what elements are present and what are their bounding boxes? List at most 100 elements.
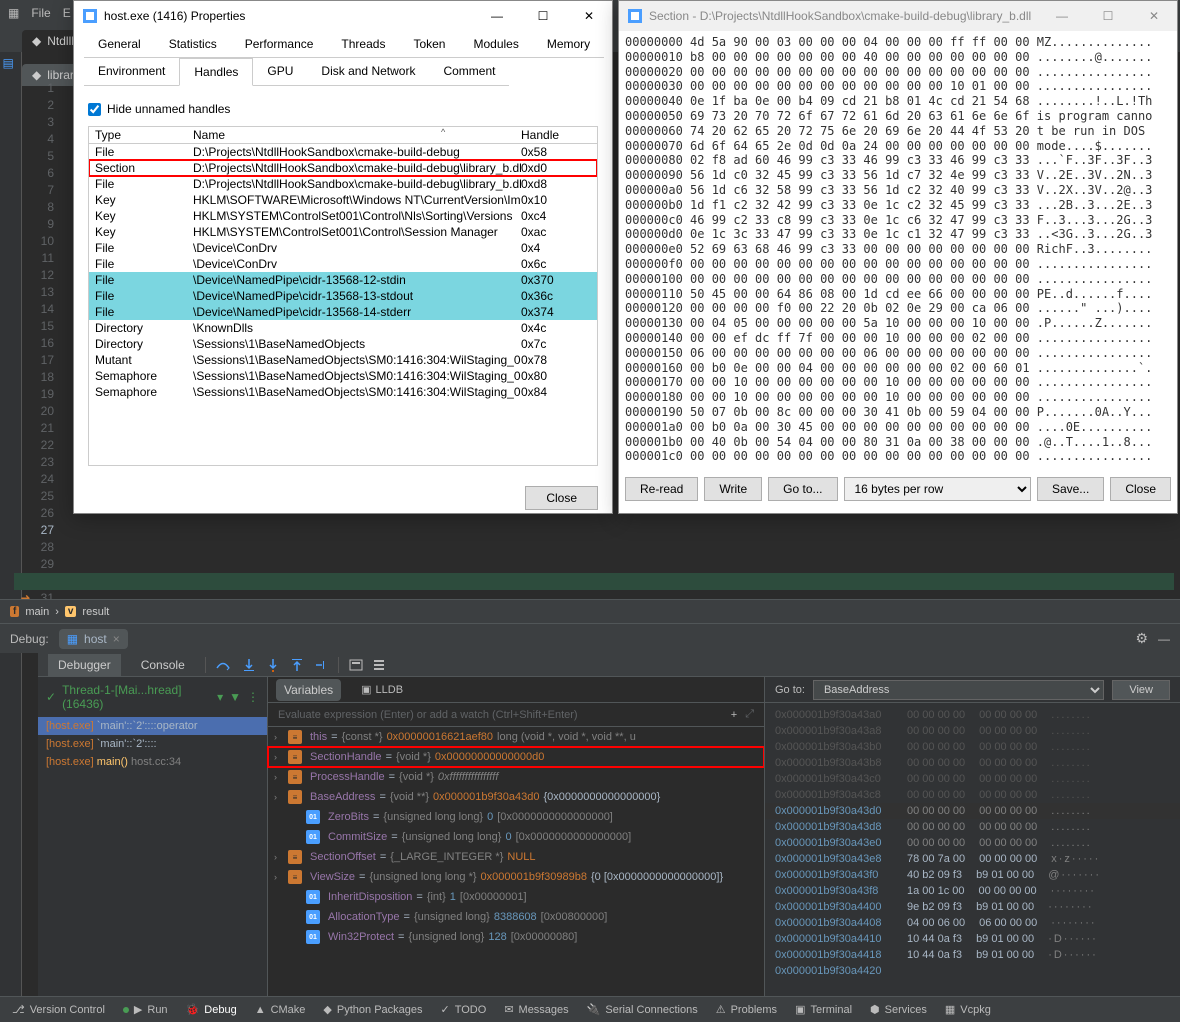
minimize-button[interactable]: — [474, 1, 520, 31]
status-problems[interactable]: ⚠Problems [716, 1003, 777, 1016]
evaluate-icon[interactable] [349, 658, 363, 672]
memory-row[interactable]: 0x000001b9f30a43f81a 00 1c 0000 00 00 00… [765, 883, 1180, 899]
tab-console[interactable]: Console [131, 654, 195, 676]
force-step-into-icon[interactable] [266, 658, 280, 672]
variable-row[interactable]: › ≡ ProcessHandle = {void *} 0xfffffffff… [268, 767, 764, 787]
stack-frame[interactable]: [host.exe] `main'::`2'::::operator [38, 717, 267, 735]
memory-row[interactable]: 0x000001b9f30a43b000 00 00 0000 00 00 00… [765, 739, 1180, 755]
memory-row[interactable]: 0x000001b9f30a43c800 00 00 0000 00 00 00… [765, 787, 1180, 803]
memory-row[interactable]: 0x000001b9f30a43e000 00 00 0000 00 00 00… [765, 835, 1180, 851]
variable-row[interactable]: › ≡ SectionHandle = {void *} 0x000000000… [268, 747, 764, 767]
memory-row[interactable]: 0x000001b9f30a43b800 00 00 0000 00 00 00… [765, 755, 1180, 771]
memory-row[interactable]: 0x000001b9f30a4420 [765, 963, 1180, 979]
memory-row[interactable]: 0x000001b9f30a43d000 00 00 0000 00 00 00… [765, 803, 1180, 819]
handle-row[interactable]: Mutant\Sessions\1\BaseNamedObjects\SM0:1… [89, 352, 597, 368]
status-terminal[interactable]: ▣Terminal [795, 1003, 852, 1016]
tab-disk-and-network[interactable]: Disk and Network [307, 58, 429, 86]
status-messages[interactable]: ✉Messages [504, 1003, 568, 1016]
handle-list[interactable]: Type Name Handle ^ FileD:\Projects\Ntdll… [88, 126, 598, 466]
memory-row[interactable]: 0x000001b9f30a441010 44 0a f3b9 01 00 00… [765, 931, 1180, 947]
tab-modules[interactable]: Modules [459, 31, 532, 58]
close-button[interactable]: ✕ [1131, 1, 1177, 31]
reread-button[interactable]: Re-read [625, 477, 698, 501]
handle-row[interactable]: File\Device\ConDrv0x6c [89, 256, 597, 272]
tab-comment[interactable]: Comment [429, 58, 509, 86]
list-header[interactable]: Type Name Handle ^ [89, 127, 597, 144]
handle-row[interactable]: FileD:\Projects\NtdllHookSandbox\cmake-b… [89, 144, 597, 160]
handle-row[interactable]: File\Device\NamedPipe\cidr-13568-13-stdo… [89, 288, 597, 304]
memory-row[interactable]: 0x000001b9f30a43a000 00 00 0000 00 00 00… [765, 707, 1180, 723]
tab-threads[interactable]: Threads [327, 31, 399, 58]
goto-button[interactable]: Go to... [768, 477, 837, 501]
chevron-right-icon[interactable]: › [274, 852, 284, 862]
stack-frame[interactable]: [host.exe] `main'::`2':::: [38, 735, 267, 753]
variable-row[interactable]: › ≡ SectionOffset = {_LARGE_INTEGER *} N… [268, 847, 764, 867]
tab-performance[interactable]: Performance [231, 31, 328, 58]
menu-edit[interactable]: E [63, 6, 71, 20]
run-to-cursor-icon[interactable] [314, 658, 328, 672]
memory-row[interactable]: 0x000001b9f30a43f040 b2 09 f3b9 01 00 00… [765, 867, 1180, 883]
memory-row[interactable]: 0x000001b9f30a440804 00 06 0006 00 00 00… [765, 915, 1180, 931]
step-over-icon[interactable] [216, 658, 232, 672]
status-todo[interactable]: ✓TODO [441, 1003, 487, 1016]
maximize-button[interactable]: ☐ [1085, 1, 1131, 31]
status-python-packages[interactable]: ◆Python Packages [323, 1003, 422, 1016]
handle-row[interactable]: SectionD:\Projects\NtdllHookSandbox\cmak… [89, 160, 597, 176]
step-out-icon[interactable] [290, 658, 304, 672]
handle-row[interactable]: Directory\KnownDlls0x4c [89, 320, 597, 336]
memory-row[interactable]: 0x000001b9f30a43c000 00 00 0000 00 00 00… [765, 771, 1180, 787]
variable-row[interactable]: 01 CommitSize = {unsigned long long} 0 [… [268, 827, 764, 847]
handle-row[interactable]: FileD:\Projects\NtdllHookSandbox\cmake-b… [89, 176, 597, 192]
memory-row[interactable]: 0x000001b9f30a43a800 00 00 0000 00 00 00… [765, 723, 1180, 739]
handle-row[interactable]: KeyHKLM\SYSTEM\ControlSet001\Control\Ses… [89, 224, 597, 240]
handle-row[interactable]: KeyHKLM\SYSTEM\ControlSet001\Control\Nls… [89, 208, 597, 224]
status-version-control[interactable]: ⎇Version Control [12, 1003, 105, 1016]
handle-row[interactable]: File\Device\NamedPipe\cidr-13568-14-stde… [89, 304, 597, 320]
checkbox[interactable] [88, 103, 101, 116]
minimize-button[interactable]: — [1039, 1, 1085, 31]
titlebar[interactable]: Section - D:\Projects\NtdllHookSandbox\c… [619, 1, 1177, 31]
view-button[interactable]: View [1112, 680, 1170, 700]
tab-variables[interactable]: Variables [276, 679, 341, 701]
save-button[interactable]: Save... [1037, 477, 1104, 501]
status-cmake[interactable]: ▲CMake [255, 1004, 306, 1016]
variable-row[interactable]: › ≡ this = {const *} 0x00000016621aef80 … [268, 727, 764, 747]
stack-frame[interactable]: [host.exe] main() host.cc:34 [38, 753, 267, 771]
expand-icon[interactable]: ⤢ [745, 708, 754, 721]
variable-row[interactable]: 01 ZeroBits = {unsigned long long} 0 [0x… [268, 807, 764, 827]
titlebar[interactable]: host.exe (1416) Properties — ☐ ✕ [74, 1, 612, 31]
status-serial-connections[interactable]: 🔌Serial Connections [587, 1003, 698, 1016]
maximize-button[interactable]: ☐ [520, 1, 566, 31]
chevron-right-icon[interactable]: › [274, 732, 284, 742]
menu-file[interactable]: File [31, 6, 50, 20]
add-watch-icon[interactable]: + [731, 709, 737, 721]
variable-row[interactable]: 01 Win32Protect = {unsigned long} 128 [0… [268, 927, 764, 947]
filter-icon[interactable]: ▼ [229, 690, 241, 704]
lldb-tab[interactable]: ▣LLDB [361, 683, 403, 696]
status-debug[interactable]: 🐞Debug [186, 1003, 237, 1016]
tab-token[interactable]: Token [399, 31, 459, 58]
close-tab-icon[interactable]: × [113, 632, 120, 646]
tab-debugger[interactable]: Debugger [48, 654, 121, 676]
trace-icon[interactable] [373, 659, 387, 671]
step-into-icon[interactable] [242, 658, 256, 672]
close-button[interactable]: Close [1110, 477, 1171, 501]
bytes-per-row-select[interactable]: 16 bytes per row [844, 477, 1031, 501]
tab-statistics[interactable]: Statistics [155, 31, 231, 58]
thread-selector[interactable]: ✓ Thread-1-[Mai...hread] (16436) ▾ ▼ ⋮ [38, 677, 267, 717]
status-run[interactable]: ▶Run [123, 1003, 168, 1016]
hide-icon[interactable]: — [1158, 632, 1170, 646]
settings-icon[interactable]: ⚙ [1135, 630, 1148, 647]
memory-row[interactable]: 0x000001b9f30a43d800 00 00 0000 00 00 00… [765, 819, 1180, 835]
handle-row[interactable]: File\Device\NamedPipe\cidr-13568-12-stdi… [89, 272, 597, 288]
chevron-right-icon[interactable]: › [274, 872, 284, 882]
evaluate-input[interactable]: Evaluate expression (Enter) or add a wat… [268, 703, 764, 727]
tab-environment[interactable]: Environment [84, 58, 179, 86]
status-vcpkg[interactable]: ▦Vcpkg [945, 1003, 991, 1016]
project-icon[interactable]: ▤ [3, 56, 19, 72]
handle-row[interactable]: Directory\Sessions\1\BaseNamedObjects0x7… [89, 336, 597, 352]
status-services[interactable]: ⬢Services [870, 1003, 927, 1016]
tab-gpu[interactable]: GPU [253, 58, 307, 86]
handle-row[interactable]: File\Device\ConDrv0x4 [89, 240, 597, 256]
more-icon[interactable]: ⋮ [247, 690, 259, 704]
